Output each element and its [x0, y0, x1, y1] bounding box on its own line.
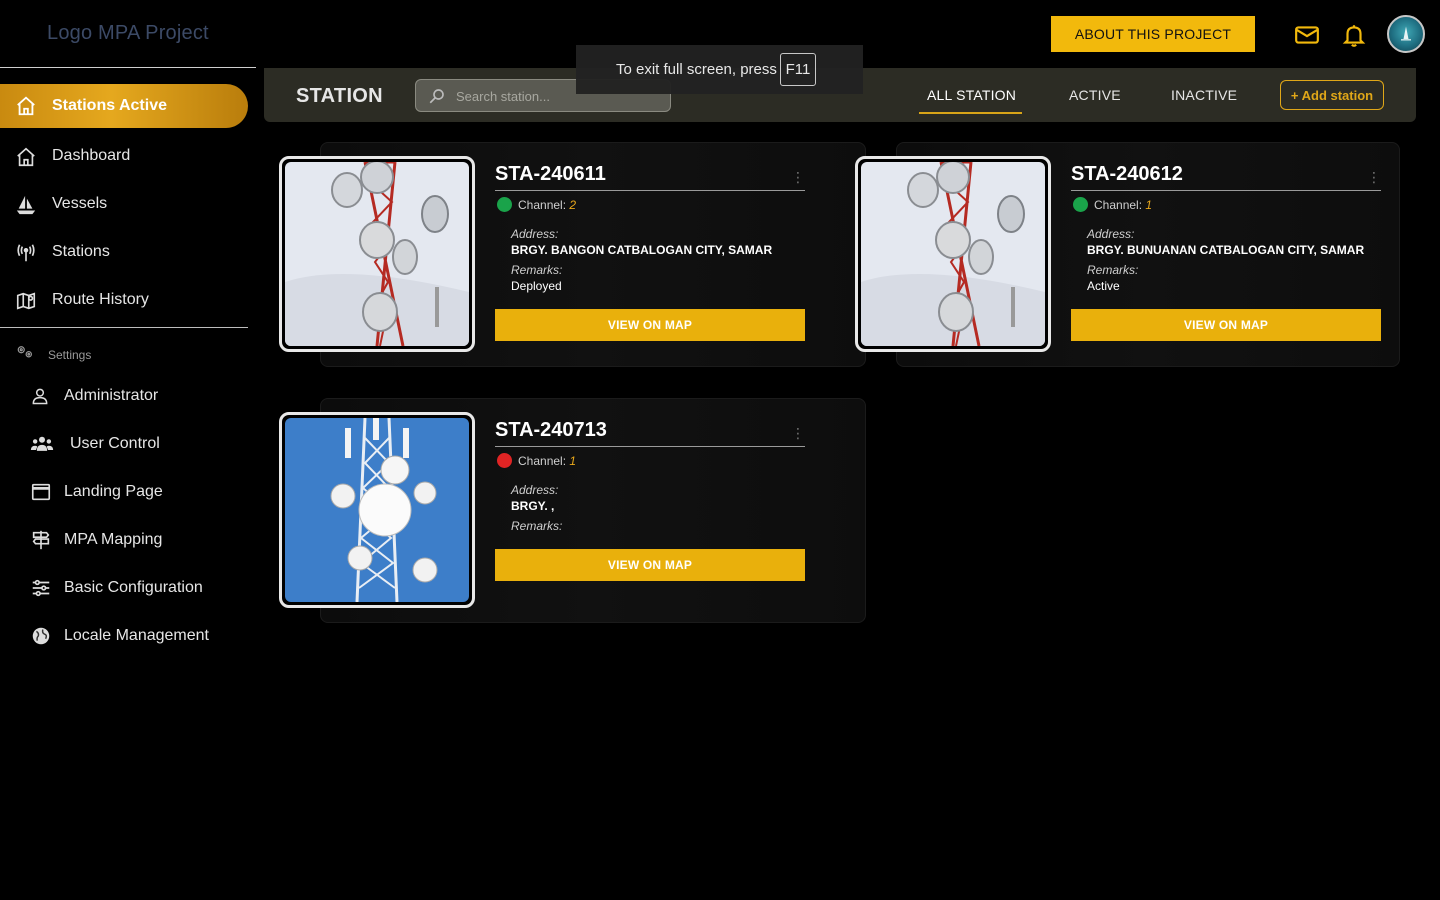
divider: [0, 67, 256, 68]
address-label: Address:: [511, 483, 559, 497]
sidebar-item-locale-management[interactable]: Locale Management: [0, 616, 248, 656]
mail-icon[interactable]: [1294, 22, 1320, 48]
about-project-button[interactable]: ABOUT THIS PROJECT: [1051, 16, 1255, 52]
globe-icon: [30, 625, 52, 647]
sidebar-item-label: Administrator: [64, 387, 159, 404]
channel-value: 1: [569, 454, 577, 468]
active-tab-indicator: [919, 112, 1022, 114]
users-icon: [30, 433, 54, 455]
sidebar-item-vessels[interactable]: Vessels: [0, 184, 248, 224]
app-logo[interactable]: Logo MPA Project: [47, 22, 209, 45]
remarks-label: Remarks:: [511, 263, 563, 277]
station-card: STA-240611 ⋮ Channel: 2 Address: BRGY. B…: [279, 142, 866, 367]
search-icon: [428, 87, 446, 110]
more-options-icon[interactable]: ⋮: [1367, 169, 1381, 186]
sidebar-item-basic-configuration[interactable]: Basic Configuration: [0, 568, 248, 608]
more-options-icon[interactable]: ⋮: [791, 425, 805, 442]
sidebar-item-label: Route History: [52, 291, 149, 308]
remarks-label: Remarks:: [1087, 263, 1139, 277]
sidebar-item-stations-active[interactable]: Stations Active: [0, 84, 248, 128]
home-icon: [15, 95, 37, 122]
view-on-map-button[interactable]: VIEW ON MAP: [495, 549, 805, 581]
antenna-icon: [15, 242, 37, 264]
address-label: Address:: [511, 227, 559, 241]
station-id: STA-240713: [495, 419, 607, 441]
channel-label: Channel:: [518, 454, 567, 468]
sidebar-item-administrator[interactable]: Administrator: [0, 376, 248, 416]
sidebar-item-mpa-mapping[interactable]: MPA Mapping: [0, 520, 248, 560]
sidebar-item-stations[interactable]: Stations: [0, 232, 248, 272]
sidebar-item-dashboard[interactable]: Dashboard: [0, 136, 248, 176]
status-indicator: [1073, 197, 1088, 212]
tab-inactive[interactable]: INACTIVE: [1171, 87, 1237, 103]
sidebar-item-label: Dashboard: [52, 147, 131, 164]
address-value: BRGY. BUNUANAN CATBALOGAN CITY, SAMAR: [1087, 243, 1365, 257]
user-icon: [30, 385, 52, 407]
avatar[interactable]: [1387, 15, 1425, 53]
search-placeholder: Search station...: [456, 89, 550, 104]
tab-active[interactable]: ACTIVE: [1069, 87, 1121, 103]
sidebar-item-label: Stations Active: [52, 97, 167, 114]
view-on-map-button[interactable]: VIEW ON MAP: [1071, 309, 1381, 341]
sidebar-item-label: Basic Configuration: [64, 579, 203, 596]
sidebar-item-label: Landing Page: [64, 483, 163, 500]
fullscreen-notice: To exit full screen, press F11: [576, 45, 863, 94]
sidebar-item-label: User Control: [70, 435, 160, 452]
window-icon: [30, 481, 52, 503]
sidebar-item-user-control[interactable]: User Control: [0, 424, 248, 464]
remarks-value: Active: [1087, 279, 1120, 293]
tab-all-station[interactable]: ALL STATION: [927, 87, 1016, 103]
map-icon: [15, 290, 37, 312]
bell-icon[interactable]: [1341, 22, 1367, 48]
gears-icon: [16, 344, 34, 365]
page-title: STATION: [296, 85, 383, 107]
more-options-icon[interactable]: ⋮: [791, 169, 805, 186]
settings-label: Settings: [48, 347, 92, 362]
fullscreen-key: F11: [780, 53, 816, 86]
sidebar-item-label: MPA Mapping: [64, 531, 163, 548]
channel-label: Channel:: [1094, 198, 1143, 212]
status-indicator: [497, 197, 512, 212]
address-label: Address:: [1087, 227, 1135, 241]
station-photo: [279, 156, 475, 352]
channel-value: 2: [569, 198, 577, 212]
sliders-icon: [30, 577, 52, 599]
divider: [1071, 190, 1381, 191]
add-station-button[interactable]: + Add station: [1280, 80, 1384, 110]
remarks-label: Remarks:: [511, 519, 563, 533]
sidebar-item-label: Vessels: [52, 195, 108, 212]
sailboat-icon: [15, 194, 37, 216]
station-card: STA-240612 ⋮ Channel: 1 Address: BRGY. B…: [855, 142, 1400, 367]
home-icon: [15, 146, 37, 168]
station-id: STA-240612: [1071, 163, 1183, 185]
divider: [0, 327, 248, 328]
sidebar-item-label: Locale Management: [64, 627, 209, 644]
address-value: BRGY. ,: [511, 499, 555, 513]
station-photo: [855, 156, 1051, 352]
status-indicator: [497, 453, 512, 468]
station-photo: [279, 412, 475, 608]
sidebar-item-route-history[interactable]: Route History: [0, 280, 248, 320]
divider: [495, 190, 805, 191]
channel-label: Channel:: [518, 198, 567, 212]
channel-info: Channel: 2: [518, 198, 576, 212]
sidebar: Logo MPA Project Stations Active Dashboa…: [0, 0, 256, 900]
fullscreen-message: To exit full screen, press: [616, 61, 777, 78]
signpost-icon: [30, 529, 52, 551]
sidebar-item-label: Stations: [52, 243, 110, 260]
divider: [495, 446, 805, 447]
address-value: BRGY. BANGON CATBALOGAN CITY, SAMAR: [511, 243, 773, 257]
view-on-map-button[interactable]: VIEW ON MAP: [495, 309, 805, 341]
sidebar-item-landing-page[interactable]: Landing Page: [0, 472, 248, 512]
channel-info: Channel: 1: [518, 454, 576, 468]
channel-info: Channel: 1: [1094, 198, 1152, 212]
station-id: STA-240611: [495, 163, 606, 185]
settings-header: Settings: [16, 344, 91, 365]
station-card: STA-240713 ⋮ Channel: 1 Address: BRGY. ,…: [279, 398, 866, 623]
channel-value: 1: [1145, 198, 1153, 212]
remarks-value: Deployed: [511, 279, 562, 293]
